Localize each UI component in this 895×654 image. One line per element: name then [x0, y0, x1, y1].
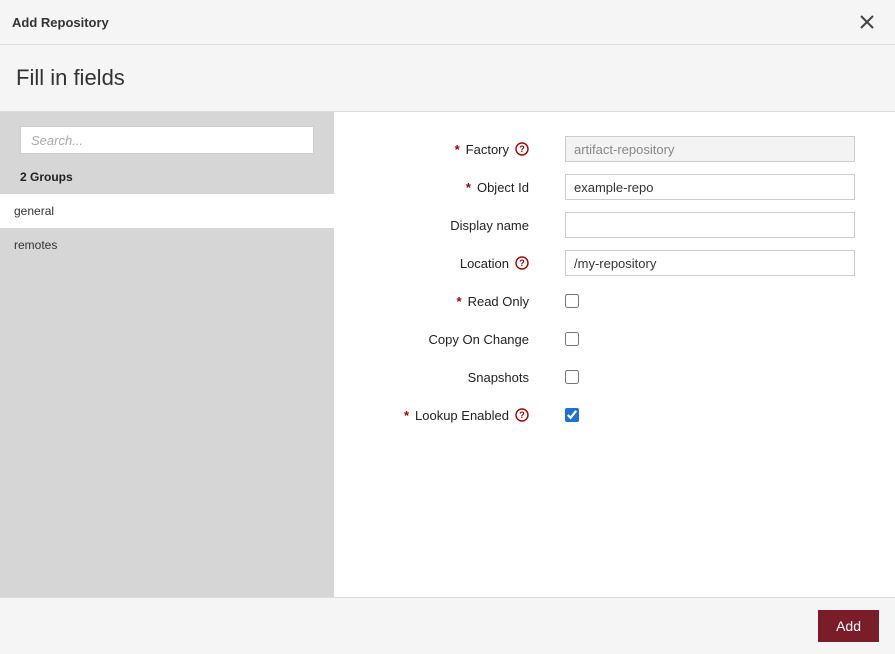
location-field[interactable]: [565, 250, 855, 276]
factory-field: [565, 136, 855, 162]
object-id-field[interactable]: [565, 174, 855, 200]
help-icon[interactable]: ?: [515, 142, 529, 156]
row-object-id: * Object Id: [344, 168, 855, 206]
groups-count: 2 Groups: [0, 164, 334, 194]
copy-on-change-checkbox[interactable]: [565, 332, 579, 346]
sidebar: 2 Groups general remotes: [0, 112, 334, 597]
row-copy-on-change: Copy On Change: [344, 320, 855, 358]
label-object-id: Object Id: [477, 180, 529, 195]
subheader: Fill in fields: [0, 45, 895, 112]
close-button[interactable]: [855, 10, 879, 34]
label-read-only: Read Only: [468, 294, 529, 309]
help-icon[interactable]: ?: [515, 408, 529, 422]
add-button[interactable]: Add: [818, 610, 879, 642]
label-lookup-enabled: Lookup Enabled: [415, 408, 509, 423]
sidebar-item-remotes[interactable]: remotes: [0, 228, 334, 262]
form-panel: * Factory ? * Object Id: [334, 112, 895, 597]
row-snapshots: Snapshots: [344, 358, 855, 396]
dialog-title: Add Repository: [12, 15, 109, 30]
label-snapshots: Snapshots: [468, 370, 529, 385]
label-display-name: Display name: [450, 218, 529, 233]
label-copy-on-change: Copy On Change: [429, 332, 529, 347]
dialog-header: Add Repository: [0, 0, 895, 45]
row-lookup-enabled: * Lookup Enabled ?: [344, 396, 855, 434]
snapshots-checkbox[interactable]: [565, 370, 579, 384]
required-marker: *: [455, 142, 460, 157]
display-name-field[interactable]: [565, 212, 855, 238]
close-icon: [859, 14, 875, 30]
subheader-title: Fill in fields: [16, 65, 879, 91]
search-input[interactable]: [20, 126, 314, 154]
lookup-enabled-checkbox[interactable]: [565, 408, 579, 422]
dialog-footer: Add: [0, 597, 895, 654]
help-icon[interactable]: ?: [515, 256, 529, 270]
svg-text:?: ?: [519, 258, 525, 268]
row-display-name: Display name: [344, 206, 855, 244]
label-location: Location: [460, 256, 509, 271]
row-factory: * Factory ?: [344, 130, 855, 168]
required-marker: *: [404, 408, 409, 423]
sidebar-item-general[interactable]: general: [0, 194, 334, 228]
row-read-only: * Read Only: [344, 282, 855, 320]
svg-text:?: ?: [519, 144, 525, 154]
required-marker: *: [457, 294, 462, 309]
read-only-checkbox[interactable]: [565, 294, 579, 308]
required-marker: *: [466, 180, 471, 195]
svg-text:?: ?: [519, 410, 525, 420]
label-factory: Factory: [466, 142, 509, 157]
row-location: Location ?: [344, 244, 855, 282]
